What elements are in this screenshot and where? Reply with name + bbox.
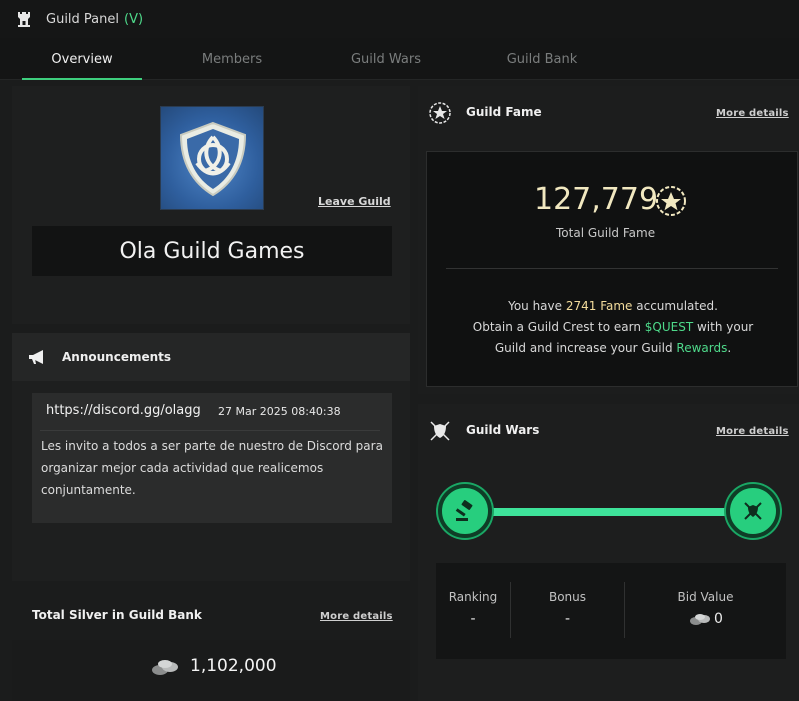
silver-coins-icon xyxy=(152,660,178,675)
stat-ranking-label: Ranking xyxy=(448,590,498,604)
silver-value: 1,102,000 xyxy=(190,656,277,676)
tab-guild-wars[interactable]: Guild Wars xyxy=(326,38,446,80)
war-progress-track xyxy=(470,508,760,516)
fame-text-part: accumulated. xyxy=(632,299,718,313)
silver-title: Total Silver in Guild Bank xyxy=(32,608,202,622)
shield-swords-icon xyxy=(744,502,762,520)
guild-emblem xyxy=(160,106,264,210)
tab-bar: Overview Members Guild Wars Guild Bank xyxy=(0,38,799,80)
stat-ranking-value: - xyxy=(470,611,476,627)
star-badge-icon xyxy=(656,186,686,216)
triquetra-shield-icon xyxy=(179,121,247,197)
stat-bonus-label: Bonus xyxy=(548,590,587,604)
divider xyxy=(446,268,778,269)
fame-text-part: Guild and increase your Guild xyxy=(494,341,677,355)
leave-guild-link[interactable]: Leave Guild xyxy=(318,195,391,208)
castle-tower-icon xyxy=(18,12,30,27)
fame-text-part: You have xyxy=(508,299,566,313)
window-title: Guild Panel xyxy=(46,11,119,27)
rewards-link[interactable]: Rewards xyxy=(676,341,727,355)
guild-name: Ola Guild Games xyxy=(32,226,392,276)
fame-more-details-link[interactable]: More details xyxy=(716,108,789,119)
fame-accumulated: 2741 Fame xyxy=(565,299,633,313)
title-bar: Guild Panel (V) xyxy=(0,0,799,38)
war-start-node[interactable] xyxy=(438,484,492,538)
shield-swords-icon xyxy=(430,421,450,441)
fame-title: Guild Fame xyxy=(466,105,542,119)
fame-text-part: Obtain a Guild Crest to earn xyxy=(472,320,645,334)
tab-members[interactable]: Members xyxy=(172,38,292,80)
war-end-node[interactable] xyxy=(726,484,780,538)
announcements-header: Announcements xyxy=(12,333,410,381)
silver-coins-icon xyxy=(690,614,710,625)
tab-guild-bank[interactable]: Guild Bank xyxy=(482,38,602,80)
stat-bid-value: 0 xyxy=(714,611,723,627)
tab-overview[interactable]: Overview xyxy=(22,38,142,80)
wars-more-details-link[interactable]: More details xyxy=(716,426,789,437)
stat-bid-label: Bid Value xyxy=(677,590,734,604)
fame-text-part: . xyxy=(727,341,732,355)
guild-wars-title: Guild Wars xyxy=(466,423,540,437)
fame-description: You have 2741 Fame accumulated. Obtain a… xyxy=(440,296,786,359)
fame-total-label: Total Guild Fame xyxy=(556,226,656,240)
announcement-text: Les invito a todos a ser parte de nuestr… xyxy=(41,439,383,497)
stat-bonus-value: - xyxy=(564,611,571,627)
fame-total: 127,779 xyxy=(534,182,659,217)
version-badge: (V) xyxy=(124,11,144,27)
star-badge-icon xyxy=(429,102,451,124)
announcements-title: Announcements xyxy=(62,350,172,364)
megaphone-icon xyxy=(29,350,43,364)
announcement-link[interactable]: https://discord.gg/olagg xyxy=(46,403,201,418)
divider xyxy=(40,430,380,431)
announcement-date: 27 Mar 2025 08:40:38 xyxy=(218,405,341,418)
silver-more-details-link[interactable]: More details xyxy=(320,611,393,622)
gavel-icon xyxy=(455,500,473,521)
quest-token: $QUEST xyxy=(644,320,694,334)
fame-text-part: with your xyxy=(693,320,754,334)
